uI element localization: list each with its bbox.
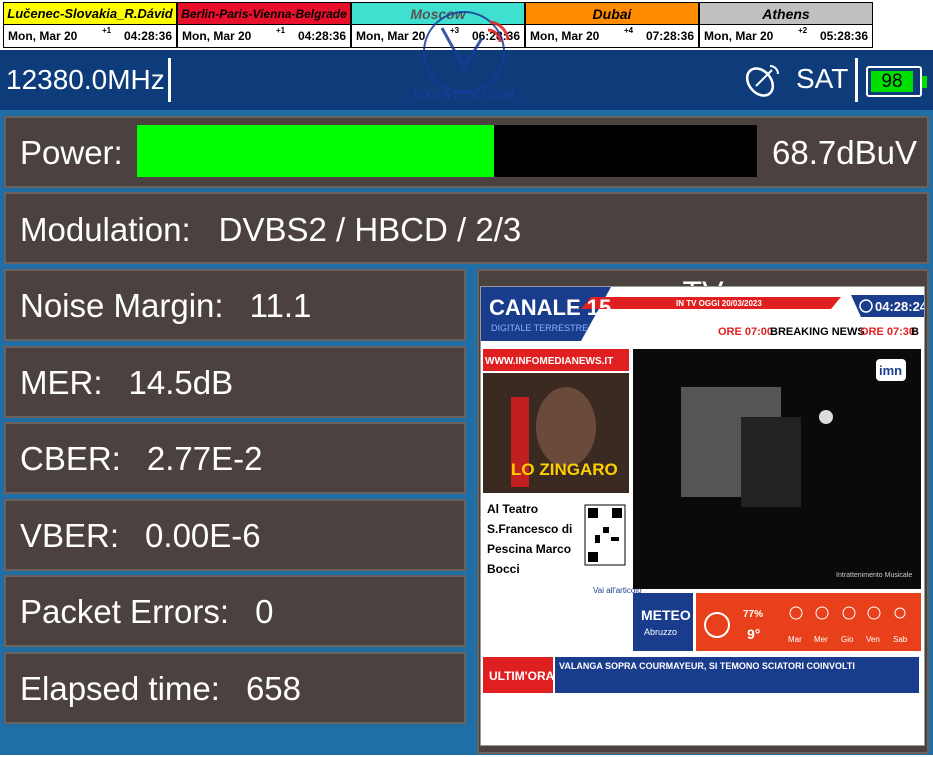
power-label: Power: xyxy=(20,134,123,171)
promo-line-4: Bocci xyxy=(487,562,520,576)
measurement-value: 658 xyxy=(245,670,301,707)
schedule-2-time: ORE 07:30 xyxy=(860,326,915,338)
channel-sub: DIGITALE TERRESTRE xyxy=(491,323,588,333)
clock-city: Berlin-Paris-Vienna-Belgrade xyxy=(178,3,350,25)
clock-date: Mon, Mar 20 xyxy=(530,29,600,43)
battery-icon: 98 xyxy=(866,66,927,97)
clock-date: Mon, Mar 20 xyxy=(8,29,78,43)
noise-margin-panel: Noise Margin: 11.1 xyxy=(4,269,466,341)
channel-name: CANALE 15 xyxy=(489,295,611,320)
clock-dubai: Dubai Mon, Mar 20 +4 07:28:36 xyxy=(525,2,699,48)
measurement-value: 2.77E-2 xyxy=(146,440,263,477)
measurement-value: 11.1 xyxy=(249,287,312,324)
poster-text: LO ZINGARO xyxy=(511,460,618,479)
modulation-value: DVBS2 / HBCD / 2/3 xyxy=(218,211,522,248)
schedule-1-show: BREAKING NEWS xyxy=(770,326,865,338)
cber-panel: CBER: 2.77E-2 xyxy=(4,422,466,494)
clock-offset: +1 xyxy=(102,26,112,35)
clock-time: 07:28:36 xyxy=(645,29,694,43)
meteo-humidity: 77% xyxy=(743,609,763,620)
elapsed-time-panel: Elapsed time: 658 xyxy=(4,652,466,724)
meteo-day: Mar xyxy=(788,635,802,644)
measurement-label: Elapsed time: xyxy=(20,670,220,707)
meteo-region: Abruzzo xyxy=(644,627,677,637)
meteo-day: Mer xyxy=(814,635,828,644)
video-caption: Intrattenimento Musicale xyxy=(836,572,912,579)
clock-berlin: Berlin-Paris-Vienna-Belgrade Mon, Mar 20… xyxy=(177,2,351,48)
power-value: 68.7dBuV xyxy=(772,134,917,171)
clock-date: Mon, Mar 20 xyxy=(182,29,252,43)
measurement-label: Packet Errors: xyxy=(20,593,230,630)
power-meter-fill xyxy=(137,125,494,177)
measurement-value: 0 xyxy=(255,593,274,630)
promo-line-3: Pescina Marco xyxy=(487,542,571,556)
schedule-1-time: ORE 07:00 xyxy=(718,326,773,338)
measurement-label: Noise Margin: xyxy=(20,287,224,324)
power-meter-bar xyxy=(137,125,757,177)
clock-time: 05:28:36 xyxy=(819,29,868,43)
clock-date: Mon, Mar 20 xyxy=(704,29,774,43)
meteo-title: METEO xyxy=(641,607,691,623)
clock-lucenec: Lučenec-Slovakia_R.Dávid Mon, Mar 20 +1 04… xyxy=(3,2,177,48)
ticker-label: ULTIM'ORA xyxy=(489,669,555,683)
promo-line-2: S.Francesco di xyxy=(487,522,572,536)
clock-city: Dubai xyxy=(526,3,698,25)
measurement-label: VBER: xyxy=(20,517,120,554)
site-url: WWW.INFOMEDIANEWS.IT xyxy=(485,356,613,367)
sat-mode-label: SAT xyxy=(796,63,849,94)
meteo-day: Sab xyxy=(893,635,908,644)
clock-offset: +2 xyxy=(798,26,808,35)
promo-line-1: Al Teatro xyxy=(487,502,538,516)
packet-errors-panel: Packet Errors: 0 xyxy=(4,575,466,647)
meteo-temp: 9° xyxy=(747,626,760,642)
battery-level: 98 xyxy=(871,71,913,92)
tv-preview: CANALE 15 DIGITALE TERRESTRE IN TV OGGI … xyxy=(480,286,925,746)
measurement-label: CBER: xyxy=(20,440,121,477)
tv-today: IN TV OGGI 20/03/2023 xyxy=(676,299,762,308)
clock-offset: +4 xyxy=(624,26,634,35)
frequency-readout: 12380.0MHz xyxy=(6,64,165,95)
tv-clock: 04:28:24 xyxy=(875,299,925,314)
clock-athens: Athens Mon, Mar 20 +2 05:28:36 xyxy=(699,2,873,48)
clock-city: Athens xyxy=(700,3,872,25)
measurement-value: 14.5dB xyxy=(128,364,234,401)
satellite-dish-icon xyxy=(745,65,779,97)
modulation-label: Modulation: xyxy=(20,211,191,248)
measurement-label: MER: xyxy=(20,364,103,401)
measurement-value: 0.00E-6 xyxy=(145,517,261,554)
divider xyxy=(168,58,171,102)
schedule-2-show: B xyxy=(911,326,919,338)
vber-panel: VBER: 0.00E-6 xyxy=(4,499,466,571)
broadcaster-logo: imn xyxy=(879,363,902,378)
ticker-text: VALANGA SOPRA COURMAYEUR, SI TEMONO SCIA… xyxy=(559,661,855,671)
clock-time: 04:28:36 xyxy=(297,29,346,43)
meteo-day: Gio xyxy=(841,635,854,644)
clock-offset: +1 xyxy=(276,26,286,35)
meteo-day: Ven xyxy=(866,635,880,644)
clock-time: 04:28:36 xyxy=(123,29,172,43)
clock-city: Lučenec-Slovakia_R.Dávid xyxy=(4,3,176,25)
watermark-text: DXSATCS.COM xyxy=(413,88,516,103)
modulation-panel: Modulation: DVBS2 / HBCD / 2/3 xyxy=(4,192,929,264)
tv-broadcast-frame: CANALE 15 DIGITALE TERRESTRE IN TV OGGI … xyxy=(481,287,925,693)
divider xyxy=(855,58,858,102)
qr-code-icon xyxy=(584,504,626,566)
mer-panel: MER: 14.5dB xyxy=(4,346,466,418)
